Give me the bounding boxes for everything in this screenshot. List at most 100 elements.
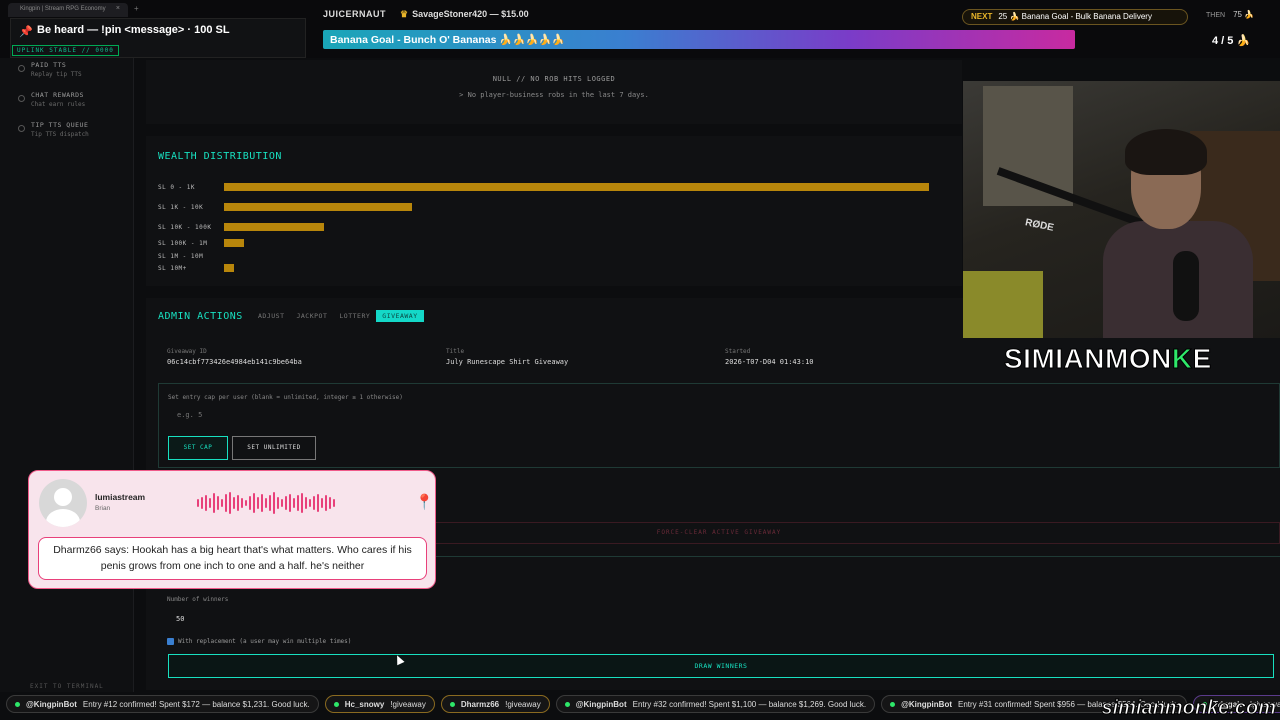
draw-winners-button[interactable]: DRAW WINNERS xyxy=(168,654,1274,678)
status-dot-icon xyxy=(890,701,896,707)
crown-icon: ♛ xyxy=(400,9,409,19)
set-unlimited-button[interactable]: SET UNLIMITED xyxy=(232,436,316,460)
sidebar-item-paid-tts[interactable]: PAID TTS Replay tip TTS xyxy=(0,58,133,88)
tts-alert-card: lumiastream Brian 📍 Dharmz66 says: Hooka… xyxy=(28,470,436,589)
sidebar-item-title: TIP TTS QUEUE xyxy=(31,121,89,129)
robs-sub: > No player-business robs in the last 7 … xyxy=(459,91,649,99)
next-goal-text: 25 🍌 Banana Goal - Bulk Banana Delivery xyxy=(998,12,1152,21)
wealth-bar-label: SL 100K - 1M xyxy=(158,240,208,247)
giveaway-title-value: July Runescape Shirt Giveaway xyxy=(446,358,569,366)
circle-icon xyxy=(18,125,25,132)
webcam-box xyxy=(963,271,1043,338)
robs-panel: NULL // NO ROB HITS LOGGED > No player-b… xyxy=(146,60,962,124)
wealth-bar-label: SL 10M+ xyxy=(158,265,187,272)
tab-giveaway[interactable]: GIVEAWAY xyxy=(376,310,424,322)
donor-brand: JUICERNAUT xyxy=(323,9,387,19)
sidebar-item-chat-rewards[interactable]: CHAT REWARDS Chat earn rules xyxy=(0,88,133,118)
admin-title: ADMIN ACTIONS xyxy=(158,311,243,322)
goal-label: Banana Goal - Bunch O' Bananas 🍌🍌🍌🍌🍌 xyxy=(330,34,565,46)
uplink-status: UPLINK STABLE // 0000 xyxy=(12,45,119,56)
wealth-bar-row: SL 10K - 100K xyxy=(158,223,958,233)
status-dot-icon xyxy=(564,701,570,707)
wealth-panel: WEALTH DISTRIBUTION SL 0 - 1K SL 1K - 10… xyxy=(146,136,962,286)
wealth-bar-row: SL 0 - 1K xyxy=(158,183,958,193)
wealth-bar-label: SL 1M - 10M xyxy=(158,253,204,260)
wealth-bar xyxy=(224,183,929,191)
then-value: 75 🍌 xyxy=(1233,10,1255,19)
giveaway-id-value: 06c14cbf773426e4984eb141c9be64ba xyxy=(167,358,302,366)
wealth-bar-row: SL 10M+ xyxy=(158,264,958,274)
location-pin-icon: 📍 xyxy=(415,493,434,511)
sidebar-item-sub: Replay tip TTS xyxy=(31,71,82,78)
webcam-microphone xyxy=(1173,251,1199,321)
stream-top-overlay: Kingpin | Stream RPG Economy × + 📌 Be he… xyxy=(0,0,1280,58)
close-icon[interactable]: × xyxy=(116,5,120,12)
ticker-item: @KingpinBot Entry #12 confirmed! Spent $1… xyxy=(6,695,319,713)
exit-terminal-link[interactable]: EXIT TO TERMINAL xyxy=(30,683,104,690)
giveaway-title-field: Title July Runescape Shirt Giveaway xyxy=(446,348,568,366)
status-dot-icon xyxy=(449,701,455,707)
winners-label: Number of winners xyxy=(167,596,229,603)
tab-jackpot[interactable]: JACKPOT xyxy=(290,310,333,322)
tab-lottery[interactable]: LOTTERY xyxy=(333,310,376,322)
ticker-item: @KingpinBot Entry #32 confirmed! Spent $1… xyxy=(555,695,876,713)
sidebar-item-title: PAID TTS xyxy=(31,61,67,69)
giveaway-started-label: Started xyxy=(725,348,751,355)
avatar xyxy=(39,479,87,527)
wealth-bar-label: SL 1K - 10K xyxy=(158,204,204,211)
giveaway-started-field: Started 2026-T07-D04 01:43:10 xyxy=(725,348,814,366)
sidebar-item-tip-tts-queue[interactable]: TIP TTS QUEUE Tip TTS dispatch xyxy=(0,118,133,148)
wealth-bar-label: SL 10K - 100K xyxy=(158,224,212,231)
admin-tabs: ADJUST JACKPOT LOTTERY GIVEAWAY xyxy=(252,310,424,322)
wealth-bar xyxy=(224,264,234,272)
sidebar-item-sub: Chat earn rules xyxy=(31,101,86,108)
replacement-label: With replacement (a user may win multipl… xyxy=(178,638,352,645)
wealth-bar xyxy=(224,239,244,247)
giveaway-id-label: Giveaway ID xyxy=(167,348,207,355)
entry-cap-input[interactable] xyxy=(168,408,468,422)
wealth-bar-row: SL 100K - 1M xyxy=(158,239,958,249)
top-donor-row: JUICERNAUT ♛ SavageStoner420 — $15.00 xyxy=(323,9,529,20)
pin-icon: 📌 xyxy=(19,25,33,38)
chat-ticker: @KingpinBot Entry #12 confirmed! Spent $1… xyxy=(0,694,1280,714)
goal-count: 4 / 5 🍌 xyxy=(1212,35,1251,47)
tts-voice: Brian xyxy=(95,505,111,512)
rode-logo: RØDE xyxy=(1024,217,1055,234)
sidebar-item-sub: Tip TTS dispatch xyxy=(31,131,89,138)
pin-banner-text: Be heard — !pin <message> · 100 SL xyxy=(37,24,230,36)
entry-cap-label: Set entry cap per user (blank = unlimite… xyxy=(168,394,403,401)
site-logo: simianmonke.com xyxy=(1101,697,1277,720)
then-label: THEN xyxy=(1206,12,1226,19)
audio-wave-icon xyxy=(197,491,335,515)
top-donor: ♛ SavageStoner420 — $15.00 xyxy=(400,9,529,19)
circle-icon xyxy=(18,65,25,72)
webcam-feed: RØDE xyxy=(963,81,1280,338)
tab-adjust[interactable]: ADJUST xyxy=(252,310,290,322)
giveaway-started-value: 2026-T07-D04 01:43:10 xyxy=(725,358,814,366)
browser-tab[interactable]: Kingpin | Stream RPG Economy × xyxy=(8,3,128,17)
then-goal: THEN 75 🍌 xyxy=(1206,10,1254,19)
replacement-checkbox[interactable] xyxy=(167,638,174,645)
tts-message: Dharmz66 says: Hookah has a big heart th… xyxy=(38,537,427,580)
sidebar: PAID TTS Replay tip TTS CHAT REWARDS Cha… xyxy=(0,58,134,692)
new-tab-icon[interactable]: + xyxy=(134,4,139,13)
set-cap-button[interactable]: SET CAP xyxy=(168,436,228,460)
wealth-title: WEALTH DISTRIBUTION xyxy=(158,151,282,162)
sidebar-item-title: CHAT REWARDS xyxy=(31,91,84,99)
giveaway-title-label: Title xyxy=(446,348,465,355)
status-dot-icon xyxy=(15,701,20,707)
streamer-name-logo: SIMIANMONKE xyxy=(1004,343,1212,375)
wealth-bar-label: SL 0 - 1K xyxy=(158,184,196,191)
wealth-bar-row: SL 1K - 10K xyxy=(158,203,958,213)
wealth-bar xyxy=(224,203,412,211)
winners-input[interactable]: 50 xyxy=(176,615,184,623)
circle-icon xyxy=(18,95,25,102)
goal-progress-bar: Banana Goal - Bunch O' Bananas 🍌🍌🍌🍌🍌 xyxy=(323,30,1075,49)
webcam-wall xyxy=(983,86,1073,206)
robs-title: NULL // NO ROB HITS LOGGED xyxy=(492,75,616,83)
next-tag: NEXT xyxy=(971,12,993,21)
next-goal-pill: NEXT 25 🍌 Banana Goal - Bulk Banana Deliv… xyxy=(962,9,1188,25)
entry-cap-form: Set entry cap per user (blank = unlimite… xyxy=(158,383,1280,468)
ticker-item: Hc_snowy !giveaway xyxy=(324,695,435,713)
wealth-bar-row: SL 1M - 10M xyxy=(158,252,958,262)
